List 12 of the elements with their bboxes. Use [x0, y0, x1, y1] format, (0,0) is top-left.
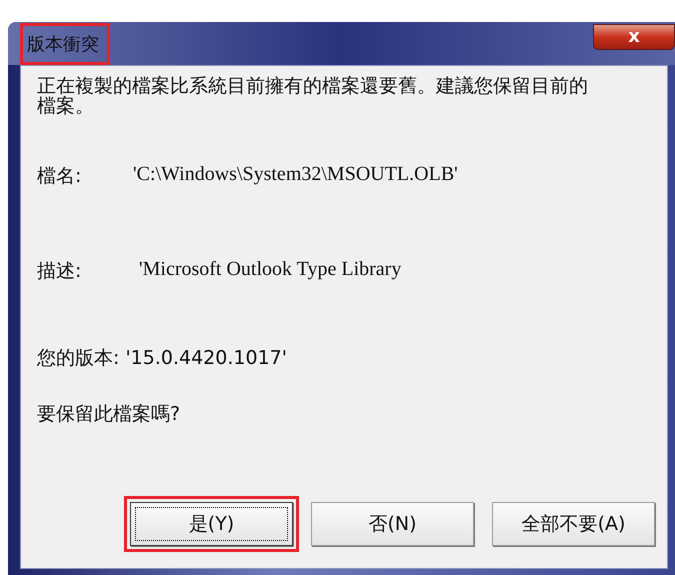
message-text: 正在複製的檔案比系統目前擁有的檔案還要舊。建議您保留目前的檔案。	[37, 76, 589, 116]
question-text: 要保留此檔案嗎?	[37, 402, 182, 427]
version-text: 您的版本: '15.0.4420.1017'	[37, 346, 288, 371]
dialog-button[interactable]: 是(Y)	[130, 502, 293, 546]
field-value: 'Microsoft Outlook Type Library	[138, 258, 402, 282]
close-button[interactable]: x	[593, 24, 675, 50]
field-value: 'C:\Windows\System32\MSOUTL.OLB'	[133, 163, 458, 187]
dialog-button[interactable]: 否(N)	[311, 502, 474, 546]
window-title: 版本衝突	[20, 22, 110, 64]
field-label: 檔名:	[37, 164, 82, 189]
dialog-button[interactable]: 全部不要(A)	[492, 502, 655, 546]
field-label: 描述:	[37, 259, 82, 284]
